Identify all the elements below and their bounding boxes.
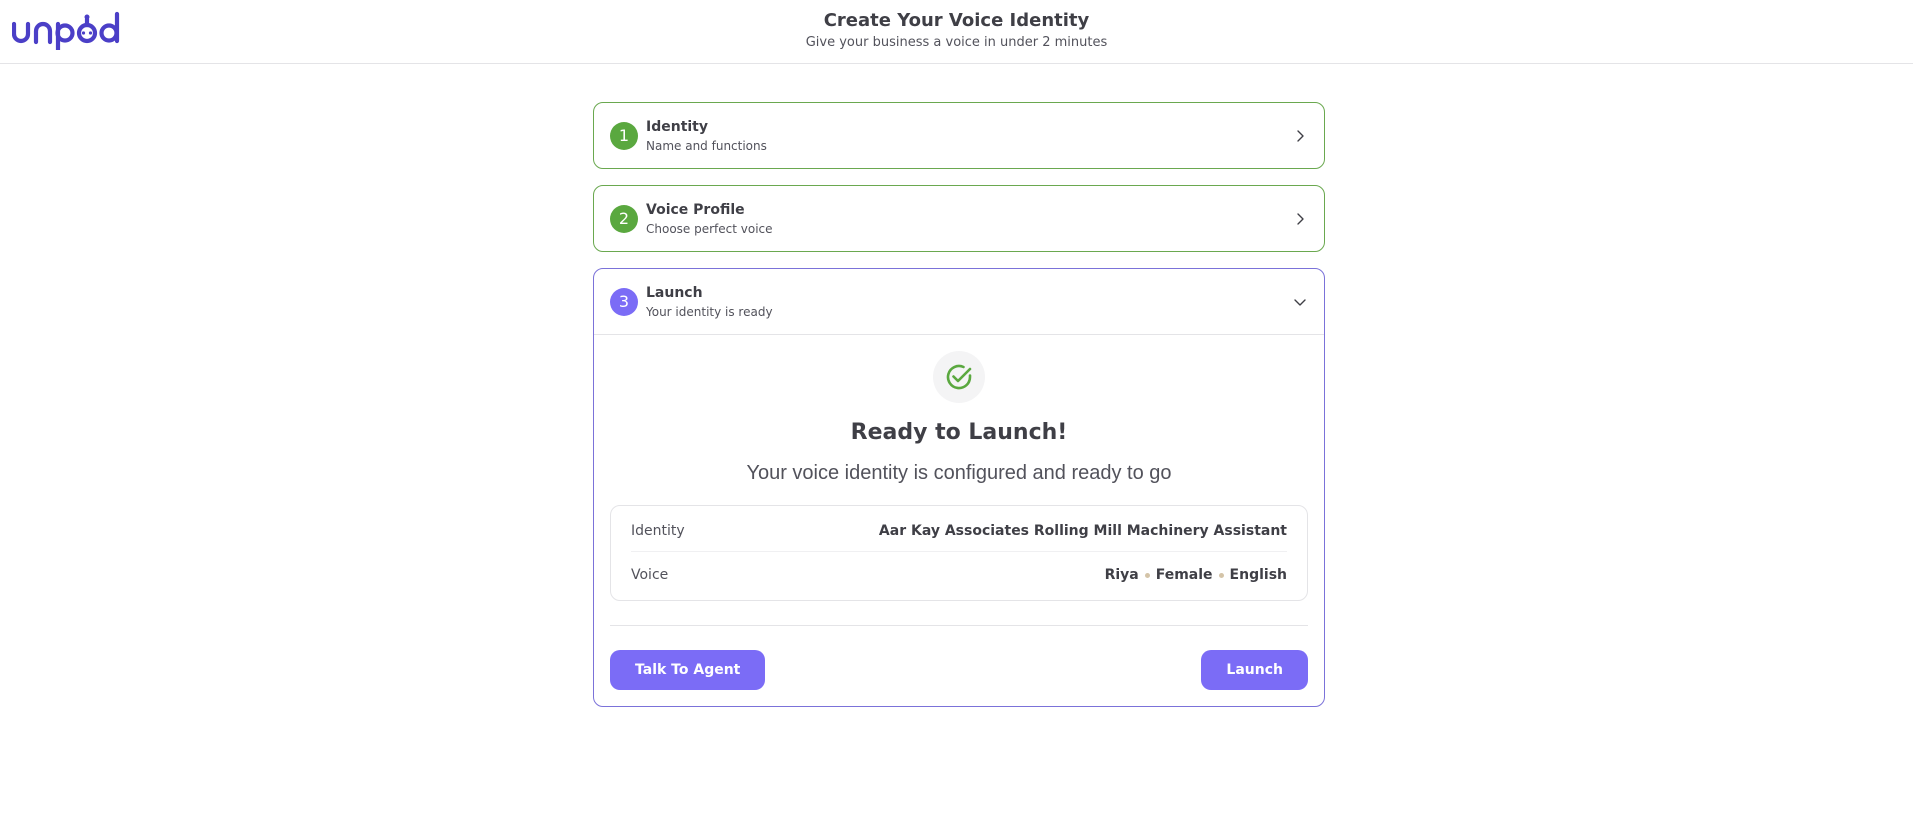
voice-name: Riya <box>1104 567 1139 583</box>
step-identity[interactable]: 1 Identity Name and functions <box>593 102 1325 169</box>
step-title: Launch <box>646 284 703 301</box>
divider <box>610 625 1308 626</box>
step-subtitle: Name and functions <box>646 138 767 153</box>
page-title: Create Your Voice Identity <box>823 10 1090 31</box>
ready-title: Ready to Launch! <box>850 420 1068 445</box>
step-launch-header[interactable]: 3 Launch Your identity is ready <box>594 269 1324 335</box>
separator-dot <box>1218 572 1224 578</box>
step-number: 3 <box>610 287 638 316</box>
voice-value: Riya Female English <box>1105 566 1287 584</box>
step-subtitle: Choose perfect voice <box>646 221 773 236</box>
check-circle-icon <box>946 364 972 390</box>
step-title: Identity <box>646 118 709 135</box>
chevron-right-icon <box>1297 129 1304 142</box>
step-voice-profile[interactable]: 2 Voice Profile Choose perfect voice <box>593 185 1325 252</box>
chevron-right-icon <box>1297 212 1304 225</box>
step-launch: 3 Launch Your identity is ready Ready to… <box>593 268 1325 707</box>
summary-row-voice: Voice Riya Female English <box>631 552 1287 584</box>
identity-label: Identity <box>631 523 685 539</box>
action-bar: Talk To Agent Launch <box>610 650 1308 690</box>
separator-dot <box>1144 572 1150 578</box>
ready-subtitle: Your voice identity is configured and re… <box>746 462 1172 484</box>
launch-panel: Ready to Launch! Your voice identity is … <box>594 335 1324 706</box>
chevron-down-icon <box>1294 298 1306 306</box>
step-number: 2 <box>610 204 638 233</box>
step-text: Voice Profile Choose perfect voice <box>646 201 1292 237</box>
identity-value: Aar Kay Associates Rolling Mill Machiner… <box>878 523 1287 539</box>
step-title: Voice Profile <box>646 201 745 218</box>
step-text: Launch Your identity is ready <box>646 284 1292 320</box>
header-titles: Create Your Voice Identity Give your bus… <box>0 10 1913 51</box>
top-header: Create Your Voice Identity Give your bus… <box>0 0 1913 64</box>
page-subtitle: Give your business a voice in under 2 mi… <box>805 35 1108 50</box>
step-number: 1 <box>610 121 638 150</box>
talk-to-agent-button[interactable]: Talk To Agent <box>610 650 766 690</box>
launch-button[interactable]: Launch <box>1201 650 1308 690</box>
voice-gender: Female <box>1155 567 1213 583</box>
success-badge <box>933 351 985 403</box>
voice-label: Voice <box>631 567 669 583</box>
summary-card: Identity Aar Kay Associates Rolling Mill… <box>610 505 1308 601</box>
voice-language: English <box>1229 567 1287 583</box>
summary-row-identity: Identity Aar Kay Associates Rolling Mill… <box>631 522 1287 552</box>
step-subtitle: Your identity is ready <box>646 304 773 319</box>
wizard-steps: 1 Identity Name and functions 2 Voice Pr… <box>593 102 1325 707</box>
step-text: Identity Name and functions <box>646 118 1292 154</box>
